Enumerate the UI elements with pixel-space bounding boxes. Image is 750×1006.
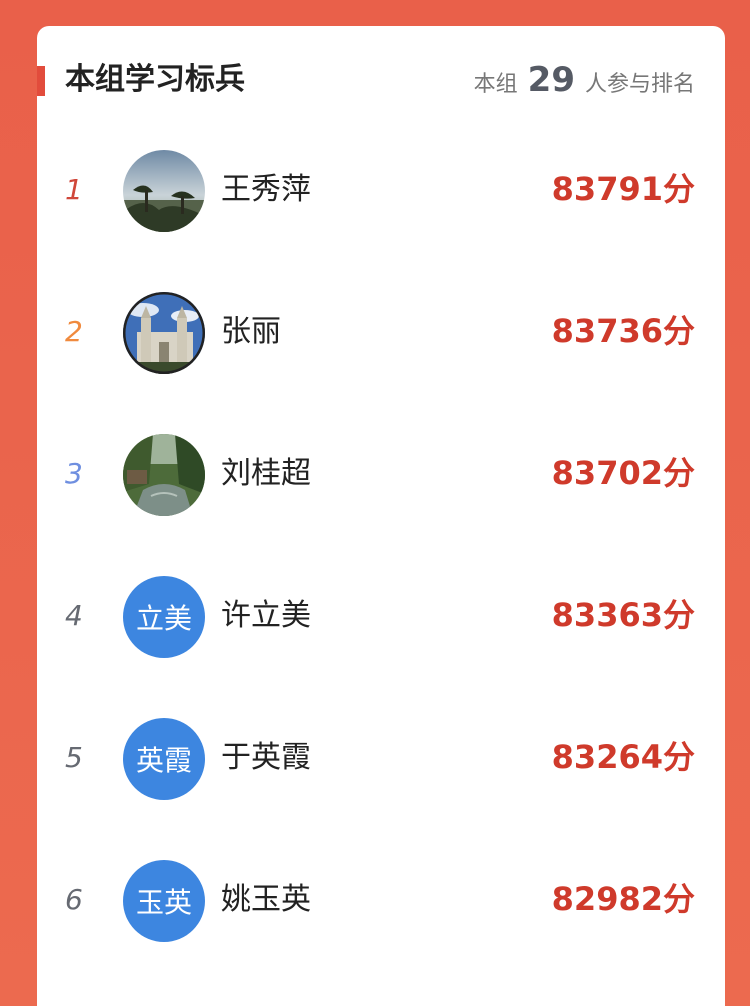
participants-count: 29	[527, 60, 575, 100]
user-score: 83363分	[551, 596, 695, 634]
ranking-row[interactable]: 6 玉英 姚玉英 82982分	[37, 840, 725, 960]
user-name: 刘桂超	[221, 456, 311, 491]
castle-photo-icon	[123, 292, 205, 374]
user-name: 姚玉英	[221, 882, 311, 917]
user-score: 82982分	[551, 880, 695, 918]
rank-number: 5	[65, 741, 83, 774]
avatar-initials[interactable]: 玉英	[123, 860, 205, 942]
avatar-castle-photo[interactable]	[123, 292, 205, 374]
landscape-photo-icon	[123, 150, 205, 232]
rank-number: 4	[65, 599, 83, 632]
avatar-initials[interactable]: 立美	[123, 576, 205, 658]
rank-number: 2	[65, 315, 83, 348]
ranking-row[interactable]: 2 张丽 83736分	[37, 272, 725, 392]
ranking-row[interactable]: 4 立美 许立美 83363分	[37, 556, 725, 676]
ranking-row[interactable]: 5 英霞 于英霞 83264分	[37, 698, 725, 818]
leaderboard-header: 本组学习标兵 本组 29 人参与排名	[37, 26, 725, 136]
avatar-landscape-photo[interactable]	[123, 150, 205, 232]
leaderboard-title: 本组学习标兵	[65, 62, 245, 97]
user-name: 许立美	[221, 598, 311, 633]
participants-info: 本组 29 人参与排名	[474, 58, 695, 107]
canal-photo-icon	[123, 434, 205, 516]
user-score: 83264分	[551, 738, 695, 776]
leaderboard-card: 本组学习标兵 本组 29 人参与排名 1 王秀萍 83791分 2 张丽 837…	[37, 26, 725, 1006]
accent-bar	[37, 66, 45, 96]
ranking-row[interactable]: 1 王秀萍 83791分	[37, 130, 725, 250]
user-name: 于英霞	[221, 740, 311, 775]
user-name: 张丽	[221, 314, 281, 349]
avatar-canal-photo[interactable]	[123, 434, 205, 516]
ranking-row[interactable]: 3 刘桂超 83702分	[37, 414, 725, 534]
user-score: 83702分	[551, 454, 695, 492]
participants-prefix: 本组	[473, 72, 518, 97]
rank-number: 3	[65, 457, 83, 490]
avatar-initials[interactable]: 英霞	[123, 718, 205, 800]
user-name: 王秀萍	[221, 172, 311, 207]
rank-number: 1	[65, 173, 83, 206]
participants-suffix: 人参与排名	[584, 72, 695, 97]
rank-number: 6	[65, 883, 83, 916]
user-score: 83736分	[551, 312, 695, 350]
user-score: 83791分	[551, 170, 695, 208]
